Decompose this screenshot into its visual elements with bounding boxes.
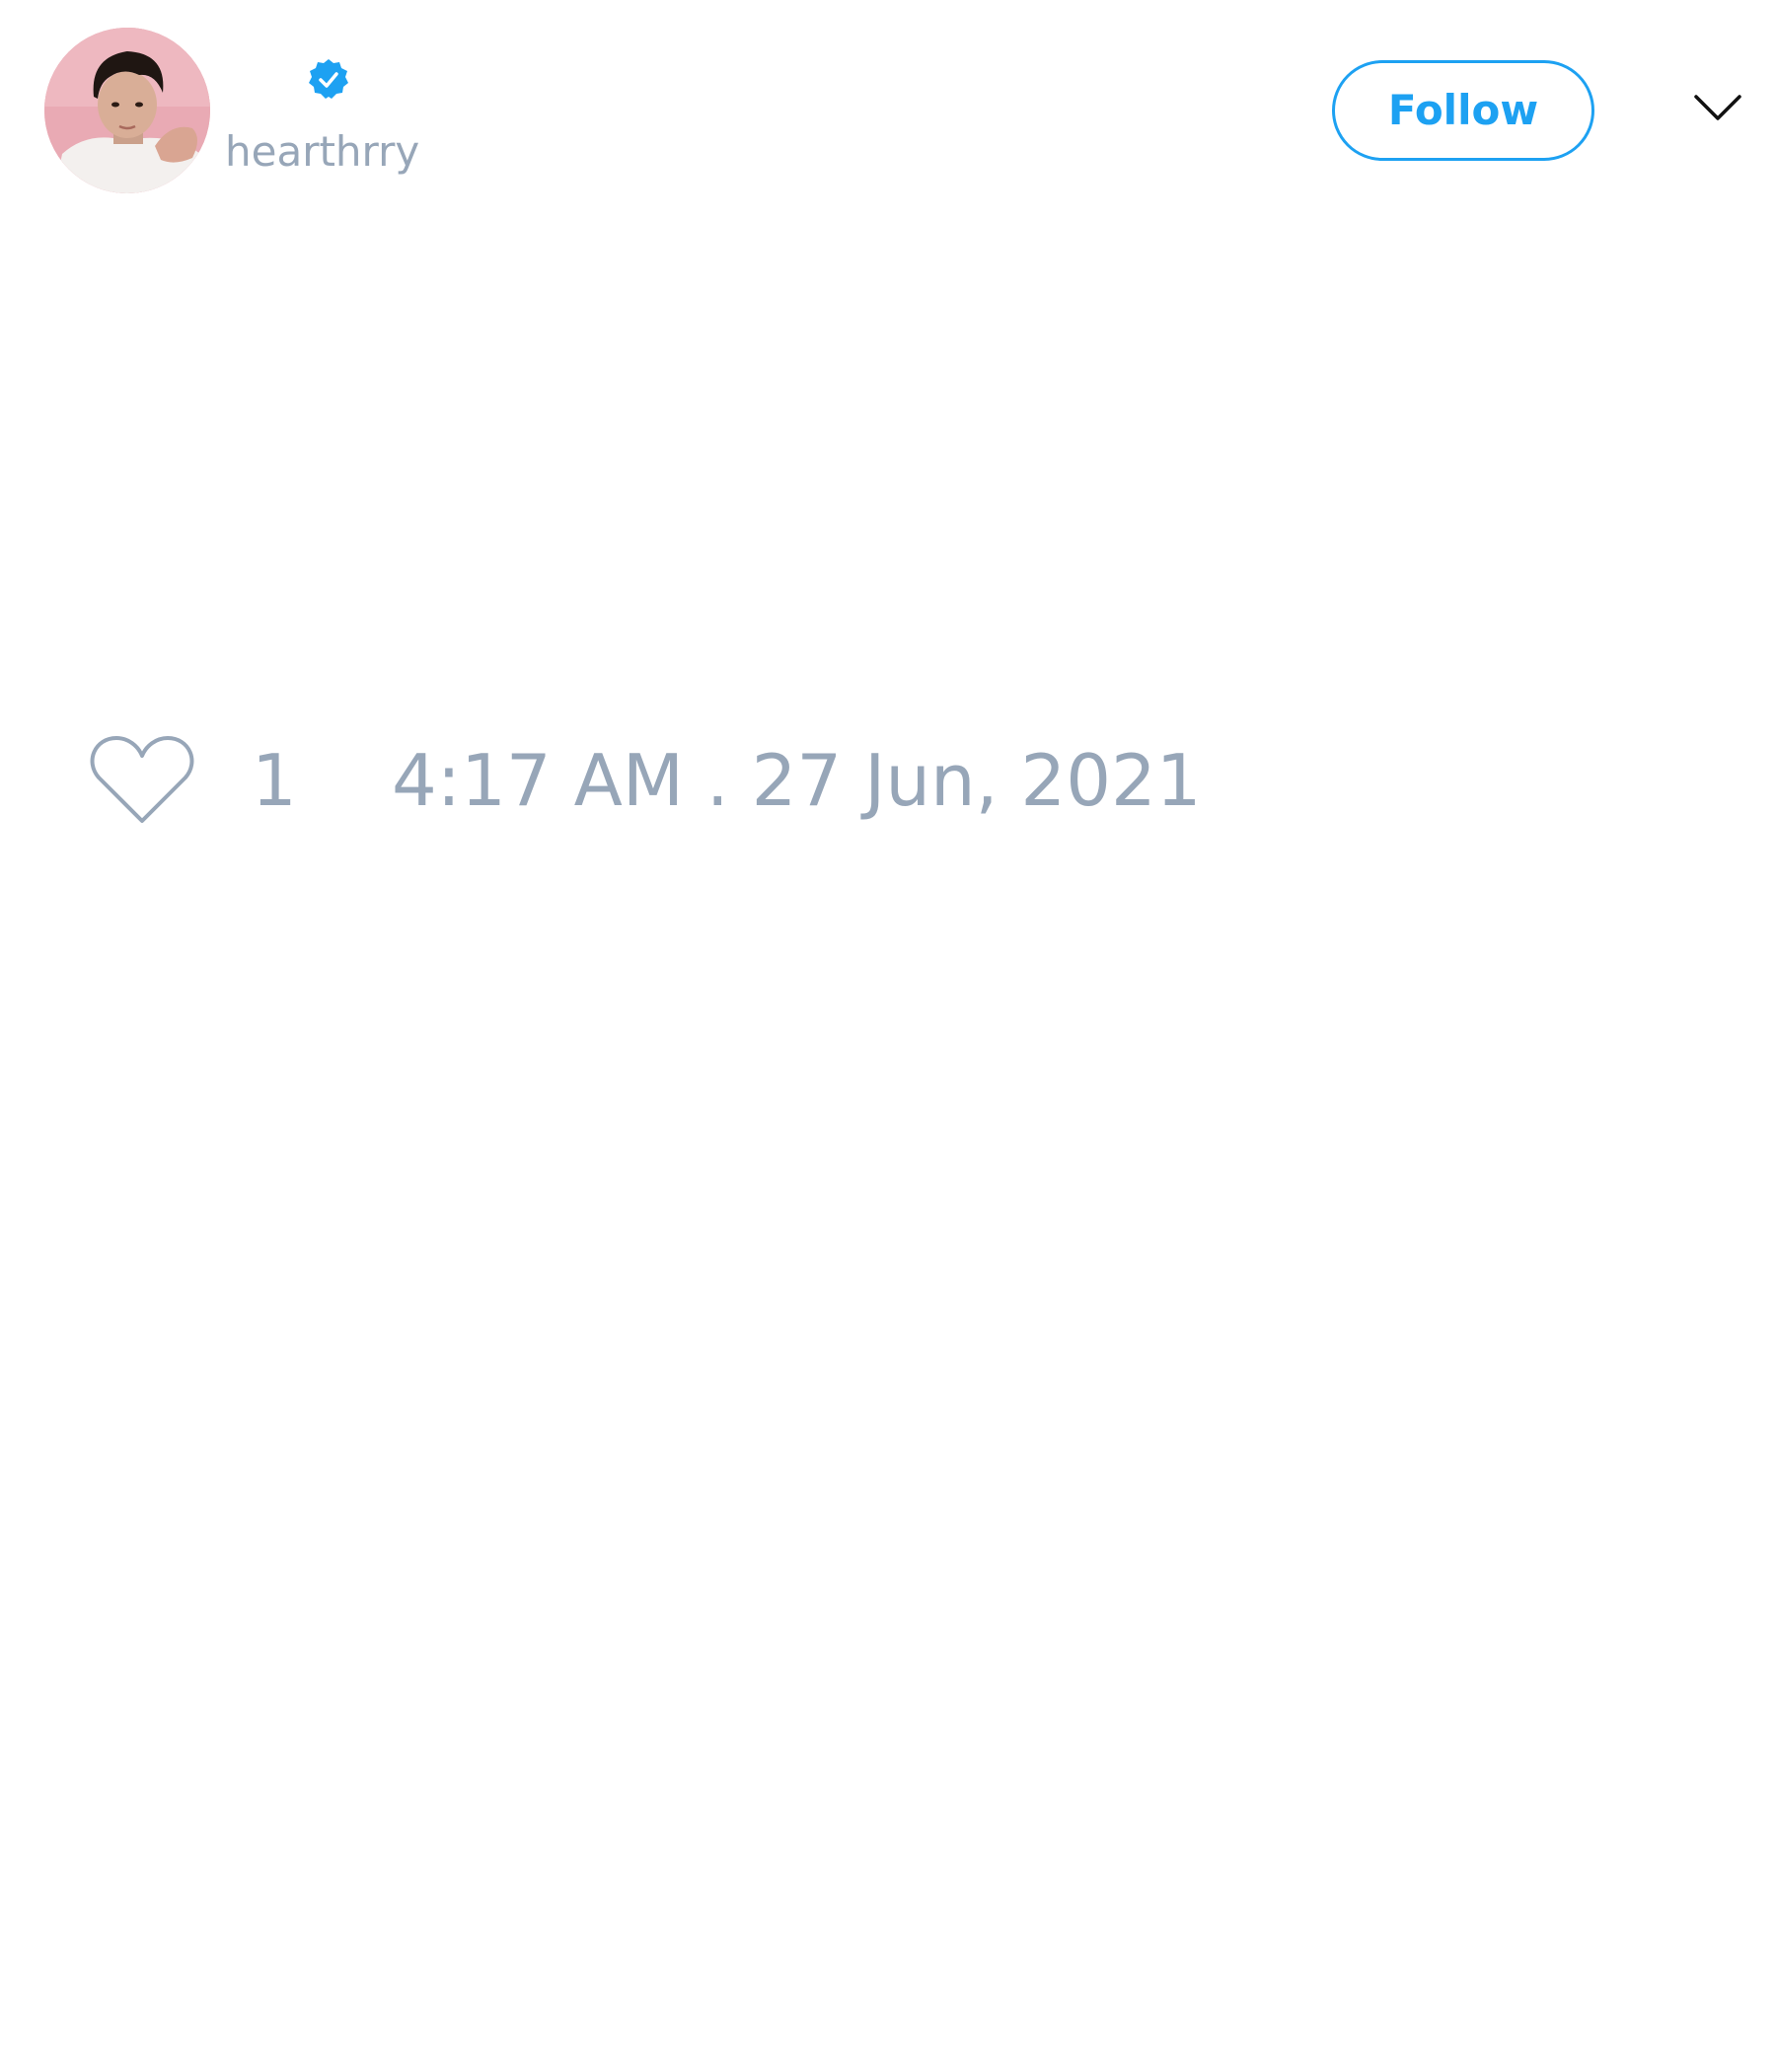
tweet-header: hearthrry Follow — [0, 0, 1776, 217]
user-handle[interactable]: hearthrry — [225, 126, 419, 178]
tweet-timestamp[interactable]: 4:17 AM . 27 Jun, 2021 — [392, 738, 1202, 823]
heart-icon[interactable] — [89, 732, 195, 827]
avatar-photo — [44, 28, 210, 193]
tweet-meta-row: 1 4:17 AM . 27 Jun, 2021 — [0, 720, 1776, 839]
verified-badge-icon — [309, 59, 348, 99]
chevron-down-icon[interactable] — [1693, 93, 1742, 122]
follow-button[interactable]: Follow — [1332, 60, 1594, 161]
avatar[interactable] — [44, 28, 210, 193]
like-count: 1 — [252, 739, 297, 822]
